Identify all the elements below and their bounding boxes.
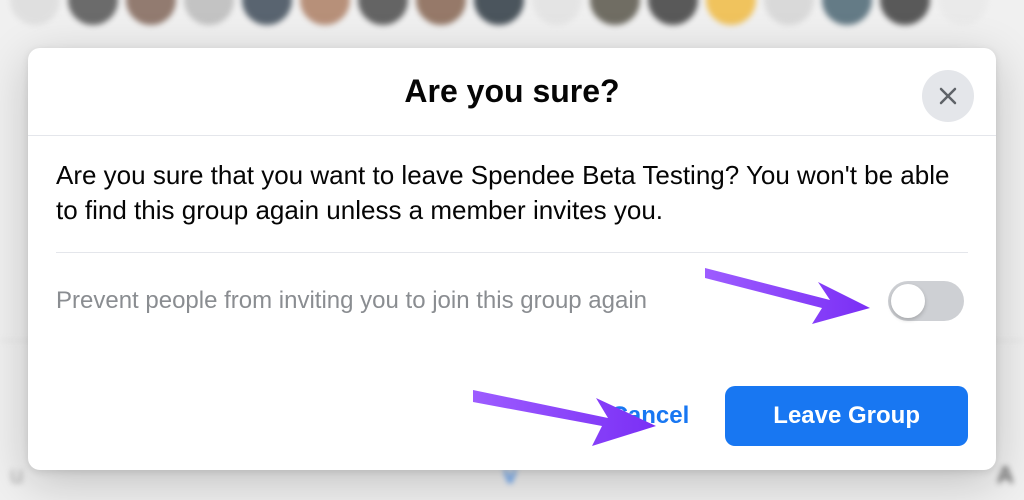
leave-group-dialog: Are you sure? Are you sure that you want… — [28, 48, 996, 470]
close-button[interactable] — [922, 70, 974, 122]
cancel-button[interactable]: Cancel — [587, 390, 714, 442]
leave-group-button[interactable]: Leave Group — [725, 386, 968, 446]
dialog-footer: Cancel Leave Group — [28, 374, 996, 470]
toggle-knob — [891, 284, 925, 318]
toggle-label: Prevent people from inviting you to join… — [56, 287, 647, 315]
close-icon — [936, 84, 960, 108]
dialog-message: Are you sure that you want to leave Spen… — [56, 158, 968, 252]
dialog-header: Are you sure? — [28, 48, 996, 136]
prevent-invites-row: Prevent people from inviting you to join… — [56, 252, 968, 345]
dialog-title: Are you sure? — [404, 73, 619, 110]
prevent-invites-toggle[interactable] — [888, 281, 964, 321]
dialog-body: Are you sure that you want to leave Spen… — [28, 136, 996, 374]
